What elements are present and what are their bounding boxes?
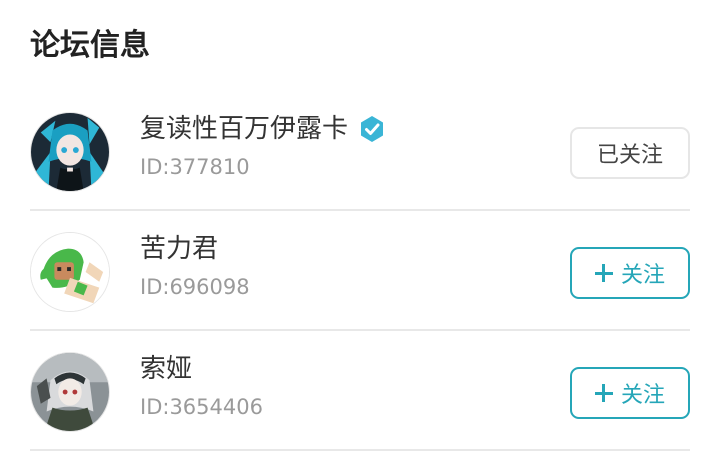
- section-title: 论坛信息: [30, 28, 150, 63]
- avatar[interactable]: [30, 232, 110, 312]
- user-name-text[interactable]: 索娅: [140, 351, 192, 387]
- avatar[interactable]: [30, 352, 110, 432]
- user-name-text[interactable]: 苦力君: [140, 231, 218, 267]
- following-button[interactable]: 已关注: [570, 127, 690, 179]
- follow-button[interactable]: 关注: [570, 367, 690, 419]
- user-row[interactable]: 索娅 ID:3654406 关注: [30, 331, 690, 451]
- user-name[interactable]: 苦力君: [140, 231, 218, 267]
- follow-button-label: 关注: [620, 383, 665, 408]
- user-id: ID:696098: [140, 275, 250, 299]
- user-row[interactable]: 复读性百万伊露卡 ID:377810 已关注: [30, 91, 690, 211]
- follow-button-label: 关注: [620, 263, 665, 288]
- user-name[interactable]: 复读性百万伊露卡: [140, 111, 386, 147]
- verified-badge-icon: [358, 115, 386, 143]
- follow-button[interactable]: 关注: [570, 247, 690, 299]
- user-id: ID:3654406: [140, 395, 263, 419]
- user-id: ID:377810: [140, 155, 250, 179]
- plus-icon: [594, 264, 613, 282]
- plus-icon: [594, 384, 613, 402]
- user-name[interactable]: 索娅: [140, 351, 192, 387]
- avatar[interactable]: [30, 112, 110, 192]
- user-row[interactable]: 苦力君 ID:696098 关注: [30, 211, 690, 331]
- user-name-text[interactable]: 复读性百万伊露卡: [140, 111, 348, 147]
- follow-button-label: 已关注: [596, 143, 663, 168]
